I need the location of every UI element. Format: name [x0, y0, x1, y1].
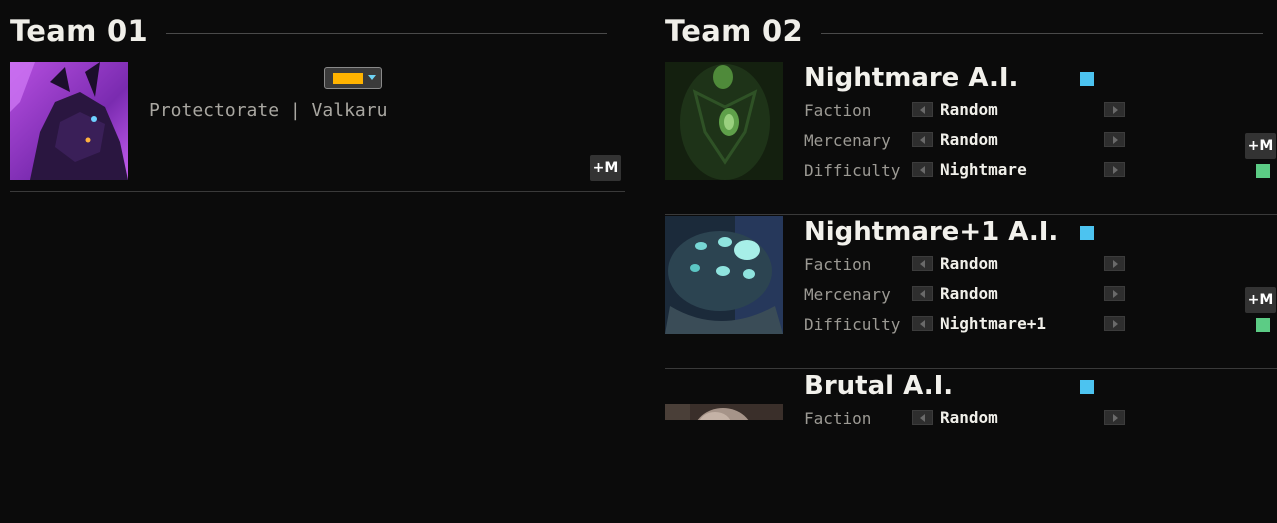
next-faction-button[interactable]	[1104, 410, 1125, 425]
ai-name: Brutal A.I.	[804, 371, 954, 401]
player-color-dropdown[interactable]	[324, 67, 382, 89]
previous-difficulty-button[interactable]	[912, 162, 933, 177]
team-01-title: Team 01	[10, 14, 148, 48]
previous-mercenary-button[interactable]	[912, 286, 933, 301]
faction-label: Faction	[804, 101, 872, 120]
previous-mercenary-button[interactable]	[912, 132, 933, 147]
faction-value: Random	[940, 100, 998, 119]
ai-name: Nightmare A.I.	[804, 63, 1019, 93]
faction-label: Protectorate | Valkaru	[149, 100, 388, 121]
team-01-header: Team 01	[10, 0, 625, 62]
ai-player-row: Nightmare+1 A.I. Faction Random Mercenar…	[665, 216, 1277, 369]
team-02-header: Team 02	[665, 0, 1277, 62]
ai-player-row: Nightmare A.I. Faction Random Mercenary …	[665, 62, 1277, 215]
ready-indicator	[1256, 164, 1270, 178]
mercenary-selector: Mercenary Random	[804, 128, 1134, 158]
faction-label: Faction	[804, 409, 872, 428]
previous-faction-button[interactable]	[912, 256, 933, 271]
next-difficulty-button[interactable]	[1104, 316, 1125, 331]
mercenary-label: Mercenary	[804, 285, 891, 304]
divider	[165, 32, 607, 34]
green-crystal-portrait-icon	[665, 62, 783, 180]
next-mercenary-button[interactable]	[1104, 286, 1125, 301]
difficulty-value: Nightmare	[940, 160, 1027, 179]
faction-value: Random	[940, 408, 998, 427]
ready-indicator	[1256, 318, 1270, 332]
faction-value: Random	[940, 254, 998, 273]
next-mercenary-button[interactable]	[1104, 132, 1125, 147]
valkaru-portrait-icon	[10, 62, 128, 180]
chevron-down-icon	[368, 75, 376, 80]
ai-player-row: Brutal A.I. Faction Random	[665, 370, 1277, 522]
brutal-portrait-icon	[665, 370, 783, 420]
team-01-panel: Team 01 Protectorate | Valkaru +M	[10, 0, 625, 192]
faction-selector: Faction Random	[804, 252, 1134, 282]
player-row: Protectorate | Valkaru +M	[10, 62, 625, 192]
mute-button[interactable]: +M	[590, 155, 621, 181]
divider	[820, 32, 1263, 34]
next-faction-button[interactable]	[1104, 102, 1125, 117]
faction-selector: Faction Random	[804, 98, 1134, 128]
difficulty-label: Difficulty	[804, 161, 901, 180]
next-difficulty-button[interactable]	[1104, 162, 1125, 177]
mercenary-value: Random	[940, 284, 998, 303]
mute-button[interactable]: +M	[1245, 133, 1276, 159]
mercenary-label: Mercenary	[804, 131, 891, 150]
difficulty-label: Difficulty	[804, 315, 901, 334]
team-02-panel: Team 02 Nightmare A.I. Faction Random Me…	[665, 0, 1277, 523]
ai-name: Nightmare+1 A.I.	[804, 217, 1059, 247]
mercenary-value: Random	[940, 130, 998, 149]
ai-color-indicator[interactable]	[1080, 72, 1094, 86]
ai-color-indicator[interactable]	[1080, 380, 1094, 394]
difficulty-value: Nightmare+1	[940, 314, 1046, 333]
next-faction-button[interactable]	[1104, 256, 1125, 271]
mercenary-selector: Mercenary Random	[804, 282, 1134, 312]
previous-difficulty-button[interactable]	[912, 316, 933, 331]
faction-selector: Faction Random	[804, 406, 1134, 436]
previous-faction-button[interactable]	[912, 410, 933, 425]
ai-color-indicator[interactable]	[1080, 226, 1094, 240]
color-swatch	[333, 73, 363, 84]
faction-label: Faction	[804, 255, 872, 274]
mute-button[interactable]: +M	[1245, 287, 1276, 313]
previous-faction-button[interactable]	[912, 102, 933, 117]
blue-pod-portrait-icon	[665, 216, 783, 334]
difficulty-selector: Difficulty Nightmare+1	[804, 312, 1134, 342]
difficulty-selector: Difficulty Nightmare	[804, 158, 1134, 188]
team-02-title: Team 02	[665, 14, 803, 48]
